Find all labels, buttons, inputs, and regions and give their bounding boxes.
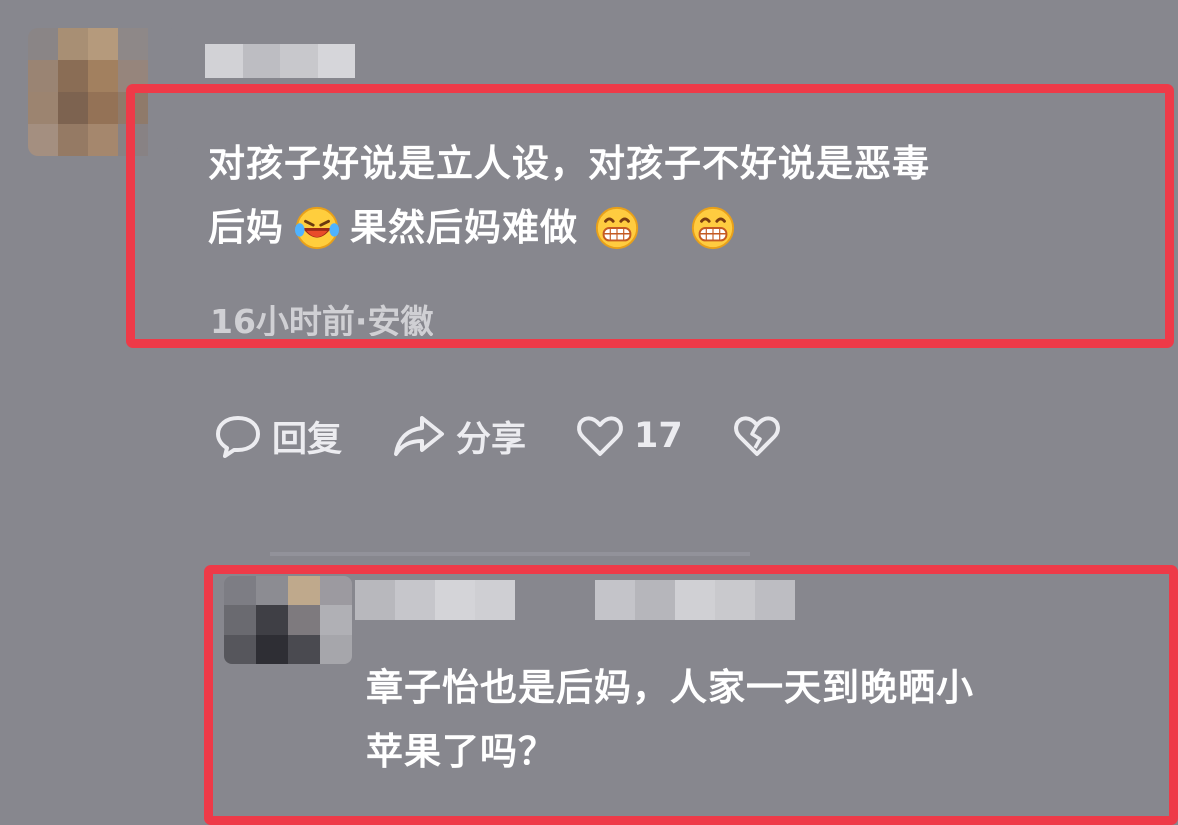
share-label: 分享 xyxy=(456,419,527,460)
comment-meta: 16小时前·安徽 xyxy=(210,302,434,336)
reply-text: 章子怡也是后妈，人家一天到晚晒小 苹果了吗？ xyxy=(366,656,974,784)
grin-emoji-icon xyxy=(691,206,735,250)
laugh-cry-emoji-icon xyxy=(294,206,340,250)
share-arrow-icon xyxy=(394,416,445,456)
dislike-button[interactable] xyxy=(731,410,791,462)
reply-text-line1: 章子怡也是后妈，人家一天到晚晒小 xyxy=(366,666,974,709)
broken-heart-icon xyxy=(733,416,780,456)
share-button[interactable]: 分享 xyxy=(390,410,526,462)
like-count: 17 xyxy=(634,416,683,456)
comment-bubble-icon xyxy=(216,416,260,458)
like-button[interactable]: 17 xyxy=(574,410,683,462)
reply-text-line2: 苹果了吗？ xyxy=(366,730,556,773)
divider xyxy=(270,552,750,556)
comment-text-line2b: 果然后妈难做 xyxy=(350,206,578,249)
comment-text: 对孩子好说是立人设，对孩子不好说是恶毒 后妈 果然后妈难做 xyxy=(208,132,930,260)
heart-icon xyxy=(577,416,623,456)
reply-label: 回复 xyxy=(272,419,343,460)
reply-button[interactable]: 回复 xyxy=(212,410,342,462)
grin-emoji-icon xyxy=(595,206,639,250)
comment-text-line2a: 后妈 xyxy=(208,206,284,249)
comment-text-line1: 对孩子好说是立人设，对孩子不好说是恶毒 xyxy=(208,142,930,185)
commenter-name-redacted[interactable] xyxy=(205,44,355,78)
comment-actions: 回复 分享 17 xyxy=(212,410,839,462)
